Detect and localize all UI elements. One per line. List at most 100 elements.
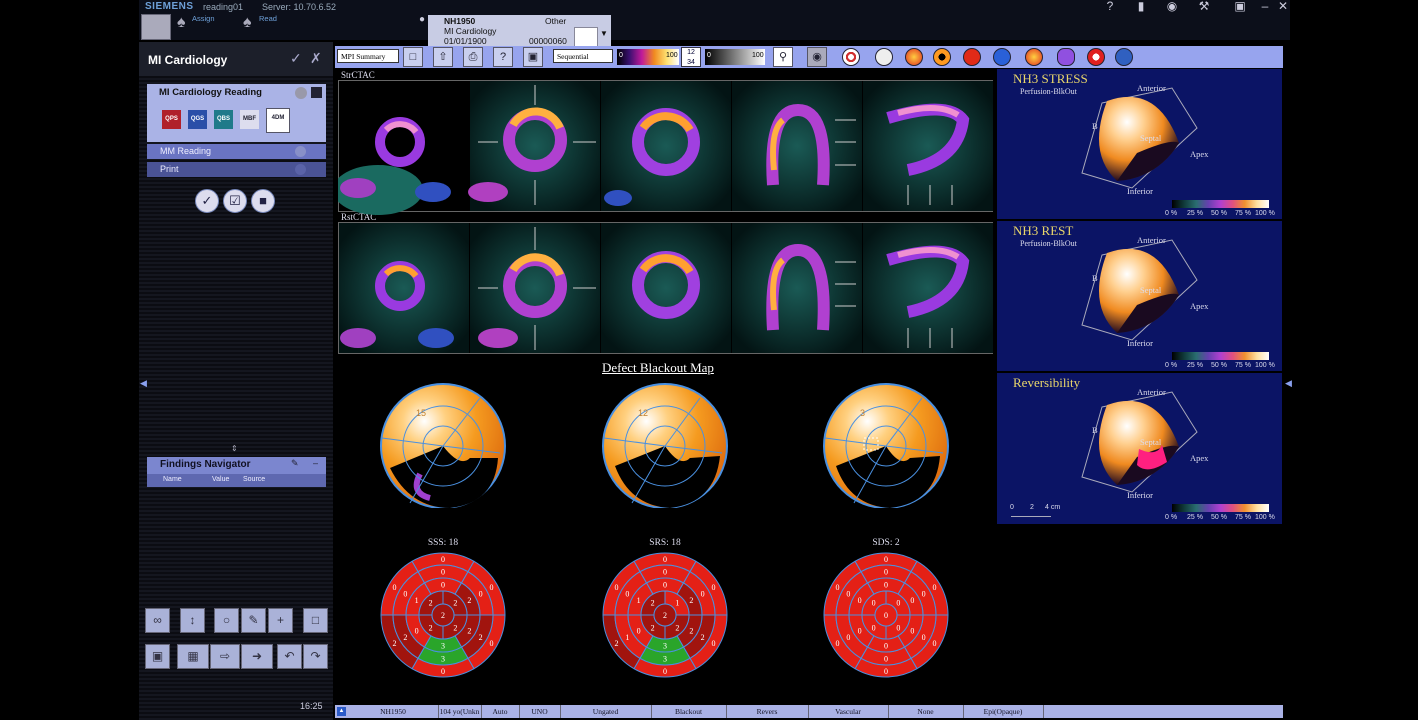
tools-cross-icon[interactable]: ✗ [310, 50, 322, 67]
copy-icon[interactable]: □ [303, 608, 328, 633]
close-icon[interactable]: ✕ [1276, 0, 1290, 12]
scale-label: 50 % [1211, 514, 1227, 521]
target-icon[interactable] [842, 48, 860, 66]
annotate-icon[interactable]: ✎ [241, 608, 266, 633]
scale-label: 100 % [1255, 514, 1275, 521]
frame-2[interactable]: 2 [691, 49, 695, 56]
help-tool-icon[interactable]: ? [493, 47, 513, 67]
minimize-panel-icon[interactable]: – [313, 458, 318, 468]
status-cell-1[interactable]: 104 yo(Unkn [438, 705, 482, 718]
layout-icon[interactable]: ▦ [177, 644, 209, 669]
qps-app-icon[interactable]: QPS [162, 110, 181, 129]
tools-icon[interactable]: ⚒ [1197, 0, 1211, 12]
sign-icon[interactable]: ☑ [223, 189, 247, 213]
grid-icon[interactable] [311, 87, 322, 98]
send-icon[interactable]: ➜ [241, 644, 273, 669]
mbf-app-icon[interactable]: MBF [240, 110, 259, 129]
status-cell-9[interactable]: Epi(Opaque) [963, 705, 1044, 718]
status-up-icon[interactable]: ▲ [337, 707, 346, 716]
server-label: Server: 10.70.6.52 [262, 2, 337, 12]
qgs-app-icon[interactable]: QGS [188, 110, 207, 129]
chevron-down-icon[interactable]: ▼ [600, 29, 608, 38]
panel-nh3-stress[interactable]: NH3 STRESS Perfusion-BlkOut Anterior Septa… [997, 69, 1282, 219]
minimize-icon[interactable]: – [1258, 0, 1272, 12]
polar-score-basal: 0 [701, 589, 705, 598]
device-icon[interactable]: ▮ [1134, 0, 1148, 12]
redo-icon[interactable]: ↷ [303, 644, 328, 669]
polar-score-outer: 0 [441, 555, 445, 564]
user-name: reading01 [203, 2, 244, 12]
resize-handle-icon[interactable]: ⇕ [231, 444, 238, 453]
polar-score-inner: 2 [651, 623, 655, 632]
white-sphere-icon[interactable] [875, 48, 893, 66]
window-icon[interactable]: ▣ [1233, 0, 1247, 12]
crosshair-icon[interactable]: + [268, 608, 293, 633]
polar-score-apex: 2 [663, 611, 667, 620]
status-cell-7[interactable]: Vascular [808, 705, 889, 718]
read-icon[interactable]: ♠ [243, 14, 252, 32]
fit-icon[interactable]: ▣ [145, 644, 170, 669]
heart-red-icon[interactable] [963, 48, 981, 66]
polar-score-outer: 0 [884, 555, 888, 564]
qbs-app-icon[interactable]: QBS [214, 110, 233, 129]
scale-label: 100 % [1255, 362, 1275, 369]
scale-label: 0 % [1165, 514, 1178, 521]
patient-card[interactable]: NH1950 Other MI Cardiology 01/01/1900 00… [428, 15, 611, 47]
4dm-app-icon[interactable]: 4DM [266, 108, 290, 133]
polar-score-mid: 0 [884, 581, 888, 590]
help-icon[interactable]: ? [1103, 0, 1117, 12]
link-icon[interactable]: ∞ [145, 608, 170, 633]
home-icon[interactable] [141, 14, 171, 40]
status-cell-2[interactable]: Auto [481, 705, 520, 718]
brand-logo: SIEMENS [145, 1, 194, 12]
status-cell-4[interactable]: Ungated [560, 705, 652, 718]
blackout-map-stress: 15 [380, 383, 506, 508]
scale-label: 0 % [1165, 210, 1178, 217]
heart-stress-icon[interactable] [905, 48, 923, 66]
globe-icon[interactable] [1115, 48, 1133, 66]
frame-grid[interactable]: 12 34 [681, 47, 701, 67]
blue-sphere-icon[interactable] [993, 48, 1011, 66]
edit-icon[interactable]: ✎ [291, 458, 299, 469]
status-cell-5[interactable]: Blackout [651, 705, 727, 718]
record-icon[interactable] [1087, 48, 1105, 66]
collapse-left-icon[interactable]: ◀ [140, 378, 147, 389]
print-icon[interactable]: ⎙ [463, 47, 483, 67]
undo-icon[interactable]: ↶ [277, 644, 302, 669]
heart-black-icon[interactable] [933, 48, 951, 66]
eye-icon[interactable]: ◉ [807, 47, 827, 67]
toolbar: MPI Summary □ ⇧ ⎙ ? ▣ Sequential 12 34 0… [335, 46, 1283, 68]
status-cell-6[interactable]: Revers [726, 705, 809, 718]
purple-sphere-icon[interactable] [1057, 48, 1075, 66]
brush-icon[interactable]: ○ [214, 608, 239, 633]
panel-reversibility[interactable]: Reversibility Anterior Septal Apex Inferior… [997, 373, 1282, 524]
label-septal: Septal [1140, 437, 1162, 447]
arrows-icon[interactable]: ↕ [180, 608, 205, 633]
colormap-select[interactable]: Sequential [553, 49, 613, 63]
polar-score-inner: 0 [872, 623, 876, 632]
status-cell-0[interactable]: NH1950 [348, 705, 439, 718]
zoom-icon[interactable]: ⚲ [773, 47, 793, 67]
toolbox-icon[interactable]: ▣ [523, 47, 543, 67]
heart-orange-icon[interactable] [1025, 48, 1043, 66]
polar-score-outer: 0 [932, 639, 936, 648]
panel-title: Reversibility [1013, 375, 1081, 390]
approve-icon[interactable]: ✓ [195, 189, 219, 213]
settings-icon[interactable]: ◉ [1165, 0, 1179, 12]
document-icon[interactable]: □ [403, 47, 423, 67]
move-icon[interactable]: ⇨ [210, 644, 240, 669]
polar-score-basal: 0 [922, 633, 926, 642]
frame-4[interactable]: 4 [691, 59, 695, 66]
polar-score-outer: 0 [441, 667, 445, 676]
stop-icon[interactable]: ■ [251, 189, 275, 213]
label-inferior: Inferior [1127, 338, 1153, 348]
collapse-right-icon[interactable]: ◀ [1285, 378, 1292, 389]
checkmark-icon[interactable]: ✓ [290, 50, 302, 67]
panel-nh3-rest[interactable]: NH3 REST Perfusion-BlkOut Anterior Septal A… [997, 221, 1282, 371]
assign-icon[interactable]: ♠ [177, 14, 186, 32]
upload-icon[interactable]: ⇧ [433, 47, 453, 67]
layout-select[interactable]: MPI Summary [337, 49, 399, 63]
scale-label: 50 % [1211, 362, 1227, 369]
status-cell-3[interactable]: UNO [519, 705, 561, 718]
status-cell-8[interactable]: None [888, 705, 964, 718]
